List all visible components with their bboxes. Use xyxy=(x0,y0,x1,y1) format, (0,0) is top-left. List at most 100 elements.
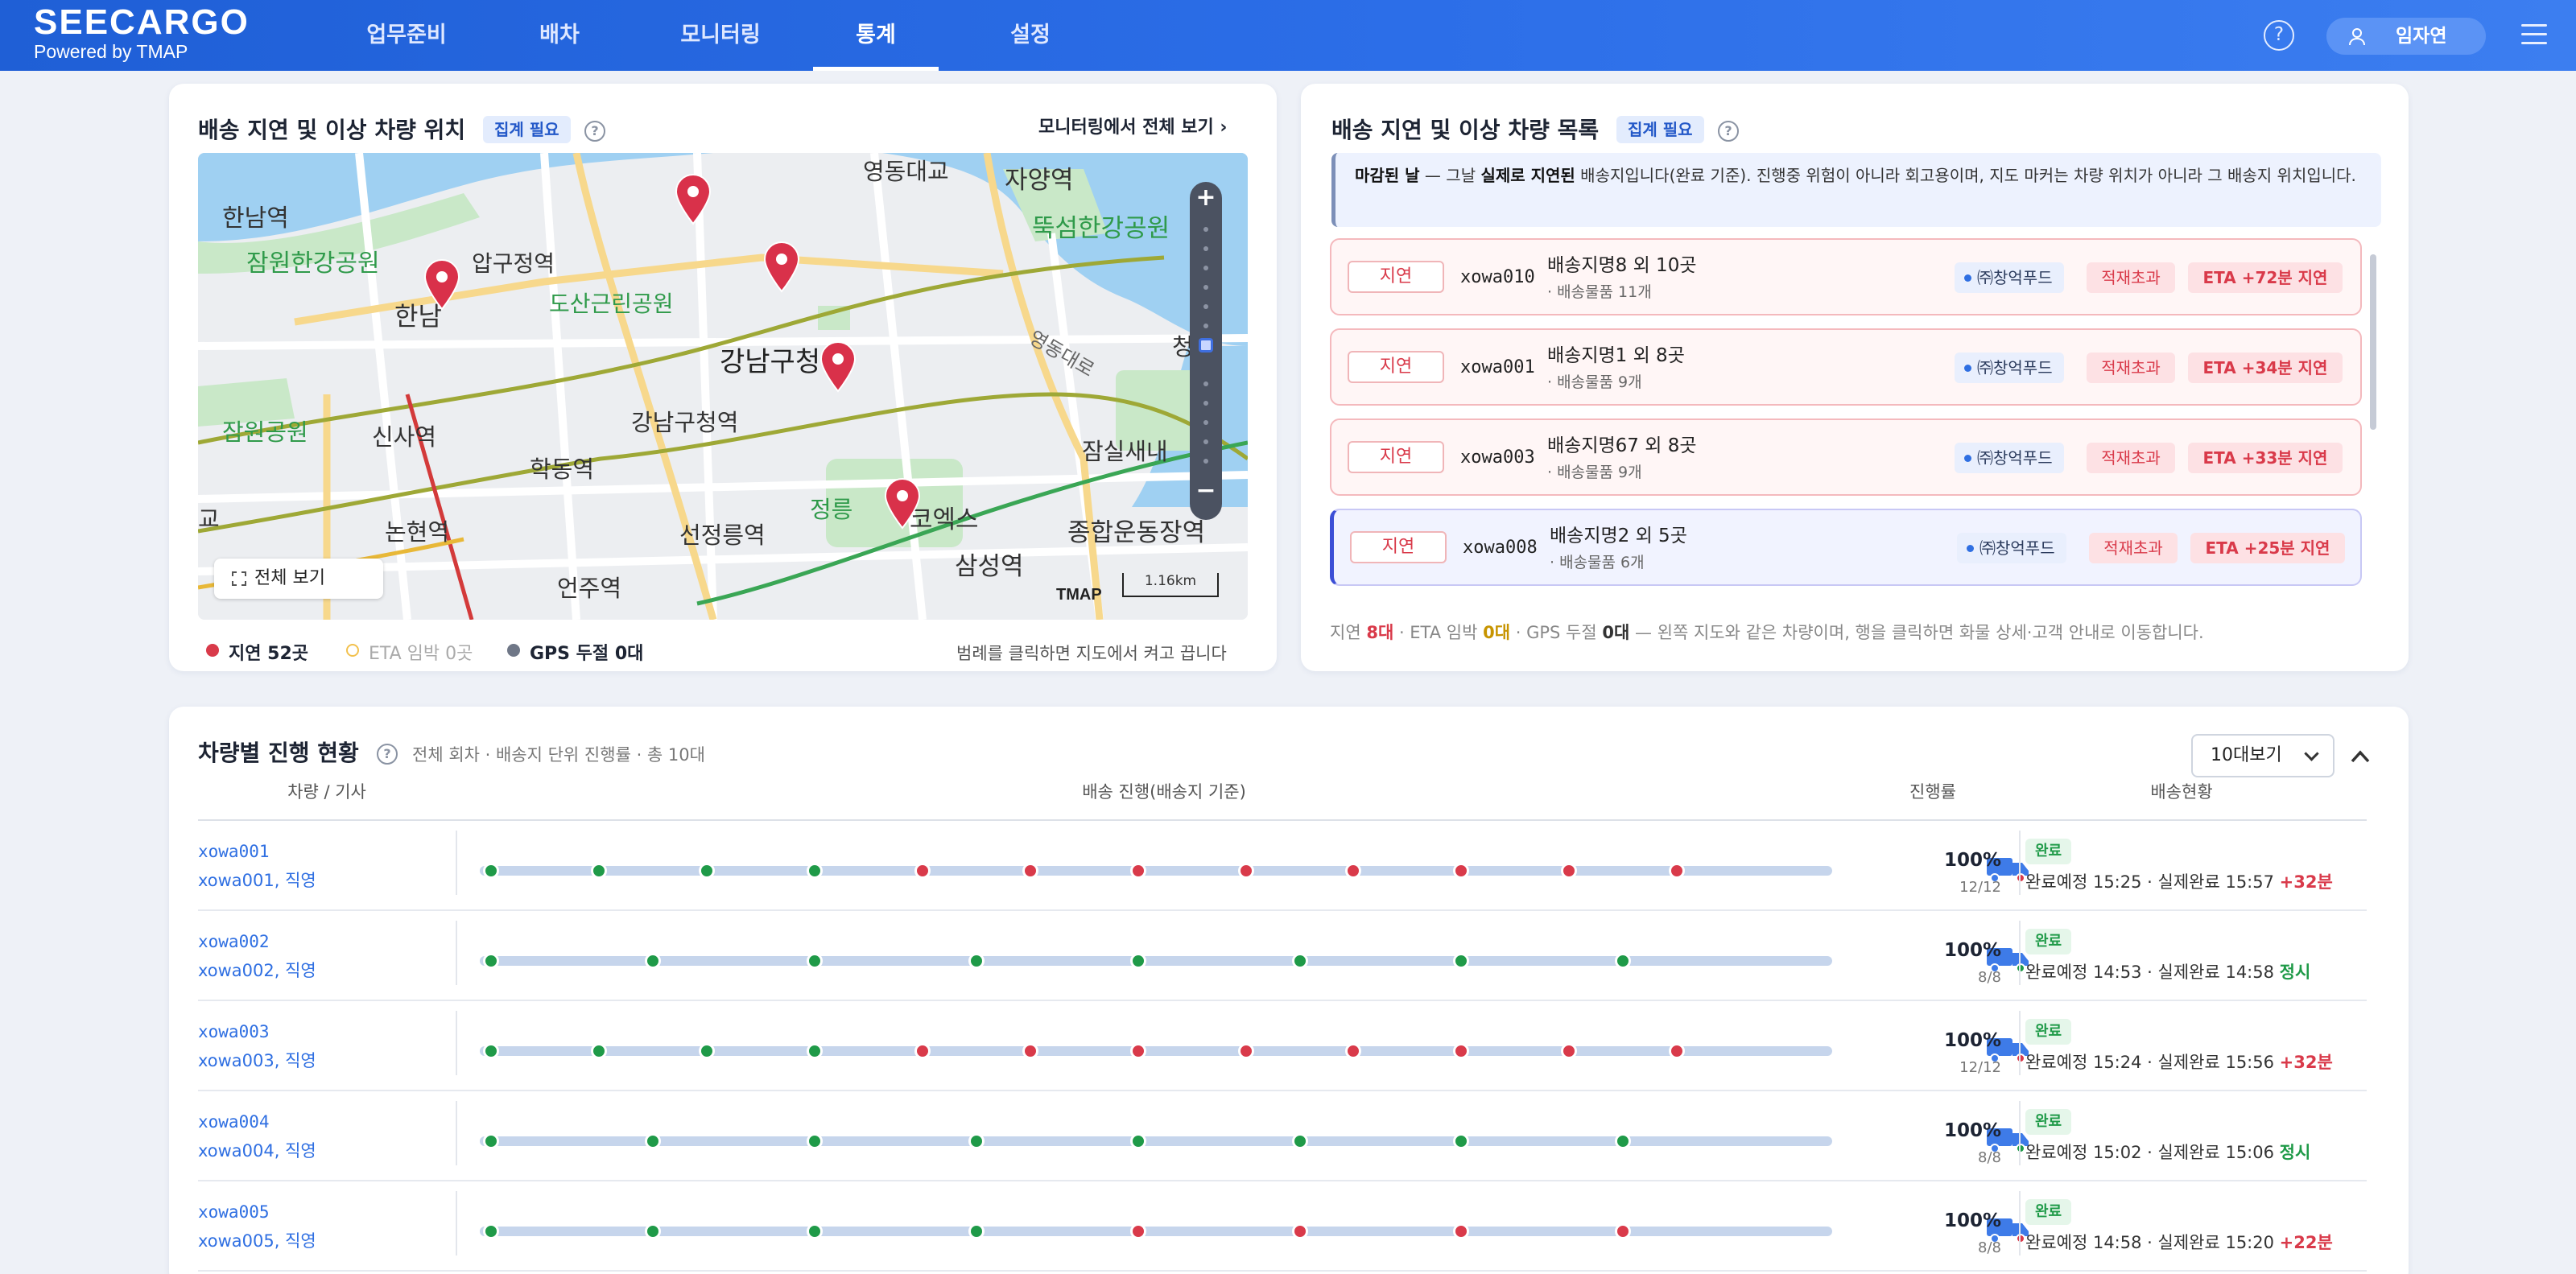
fullview-button[interactable]: 전체 보기 xyxy=(214,559,383,599)
delay-marker[interactable] xyxy=(884,478,921,530)
stop-dot[interactable] xyxy=(1130,1133,1146,1149)
stop-dot[interactable] xyxy=(1022,863,1038,879)
stop-dot[interactable] xyxy=(1453,1043,1469,1059)
view-all-monitoring-link[interactable]: 모니터링에서 전체 보기 › xyxy=(1038,113,1227,138)
progress-subtitle: 전체 회차 · 배송지 단위 진행률 · 총 10대 xyxy=(412,745,705,765)
vehicle-progress-row[interactable]: xowa004 xowa004, 직영 100% 8/8 완료 완료예정 15:02 · … xyxy=(198,1091,2367,1181)
stop-dot[interactable] xyxy=(1453,953,1469,969)
vehicle-name-link[interactable]: xowa002 xyxy=(198,932,270,951)
stop-dot[interactable] xyxy=(1292,953,1308,969)
stop-dot[interactable] xyxy=(968,953,985,969)
nav-item-prep[interactable]: 업무준비 xyxy=(354,0,459,71)
stop-dot[interactable] xyxy=(1561,863,1577,879)
list-scrollbar[interactable] xyxy=(2370,254,2376,430)
stop-dot[interactable] xyxy=(483,1223,499,1239)
map-label: 강남구청 xyxy=(720,346,821,378)
stop-dot[interactable] xyxy=(1669,1043,1685,1059)
view-count-select[interactable]: 10대보기 xyxy=(2191,734,2334,777)
driver-link[interactable]: xowa004, 직영 xyxy=(198,1138,316,1162)
zoom-slider-handle[interactable] xyxy=(1199,338,1213,353)
stop-dot[interactable] xyxy=(968,1133,985,1149)
stop-dot[interactable] xyxy=(807,863,823,879)
info-icon[interactable]: ? xyxy=(377,744,398,765)
vehicle-progress-row[interactable]: xowa002 xowa002, 직영 100% 8/8 완료 완료예정 14:53 · … xyxy=(198,911,2367,1001)
stop-dot[interactable] xyxy=(699,1043,715,1059)
stop-dot[interactable] xyxy=(1130,1043,1146,1059)
delay-marker[interactable] xyxy=(423,259,460,311)
stop-dot[interactable] xyxy=(483,1043,499,1059)
delay-tag: 지연 xyxy=(1348,441,1444,473)
delay-map[interactable]: 한남역 잠원한강공원 압구정역 한남 도산근린공원 신사역 잠원공원 학동역 논… xyxy=(198,153,1248,620)
stop-dot[interactable] xyxy=(483,953,499,969)
collapse-icon[interactable] xyxy=(2347,744,2373,769)
map-label: 한남역 xyxy=(222,204,289,233)
vehicle-name-link[interactable]: xowa005 xyxy=(198,1202,270,1222)
stop-dot[interactable] xyxy=(645,1133,661,1149)
zoom-control[interactable]: + − xyxy=(1190,182,1222,520)
stop-dot[interactable] xyxy=(1345,863,1361,879)
stop-dot[interactable] xyxy=(1453,1133,1469,1149)
stop-dot[interactable] xyxy=(1130,953,1146,969)
stop-dot[interactable] xyxy=(1345,1043,1361,1059)
vehicle-name-link[interactable]: xowa001 xyxy=(198,842,270,861)
stop-dot[interactable] xyxy=(591,863,607,879)
nav-item-dispatch[interactable]: 배차 xyxy=(515,0,604,71)
stop-dot[interactable] xyxy=(1453,1223,1469,1239)
stop-dot[interactable] xyxy=(1669,863,1685,879)
stop-dot[interactable] xyxy=(483,1133,499,1149)
delay-marker[interactable] xyxy=(675,174,712,225)
driver-link[interactable]: xowa002, 직영 xyxy=(198,958,316,982)
stop-dot[interactable] xyxy=(1561,1043,1577,1059)
stop-dot[interactable] xyxy=(1022,1043,1038,1059)
stop-dot[interactable] xyxy=(914,1043,931,1059)
stop-dot[interactable] xyxy=(807,953,823,969)
driver-link[interactable]: xowa003, 직영 xyxy=(198,1048,316,1072)
driver-link[interactable]: xowa001, 직영 xyxy=(198,868,316,892)
driver-link[interactable]: xowa005, 직영 xyxy=(198,1228,316,1252)
delay-list-row[interactable]: 지연 xowa010 배송지명8 외 10곳 · 배송물품 11개 ㈜창억푸드 적재초과 E… xyxy=(1330,238,2362,315)
stop-dot[interactable] xyxy=(914,863,931,879)
map-label: 학동역 xyxy=(530,456,595,483)
help-icon[interactable]: ? xyxy=(2264,20,2294,51)
delivery-track xyxy=(480,948,2029,973)
nav-item-monitoring[interactable]: 모니터링 xyxy=(660,0,781,71)
nav-item-settings[interactable]: 설정 xyxy=(990,0,1071,71)
menu-icon[interactable] xyxy=(2521,24,2547,45)
stop-dot[interactable] xyxy=(1453,863,1469,879)
stop-dot[interactable] xyxy=(807,1043,823,1059)
stop-dot[interactable] xyxy=(968,1223,985,1239)
stop-dot[interactable] xyxy=(807,1133,823,1149)
stop-dot[interactable] xyxy=(1615,1133,1631,1149)
stop-dot[interactable] xyxy=(483,863,499,879)
stop-dot[interactable] xyxy=(1615,953,1631,969)
vehicle-progress-row[interactable]: xowa003 xowa003, 직영 100% 12/12 완료 완료예정 15:24 … xyxy=(198,1001,2367,1091)
stop-dot[interactable] xyxy=(1238,863,1254,879)
nav-item-statistics[interactable]: 통계 xyxy=(813,0,939,71)
stop-dot[interactable] xyxy=(699,863,715,879)
info-icon[interactable]: ? xyxy=(584,121,605,142)
delay-list-row[interactable]: 지연 xowa003 배송지명67 외 8곳 · 배송물품 9개 ㈜창억푸드 적재초과 ET… xyxy=(1330,418,2362,496)
zoom-in-button[interactable]: + xyxy=(1190,183,1222,212)
info-icon[interactable]: ? xyxy=(1718,121,1739,142)
vehicle-name-link[interactable]: xowa003 xyxy=(198,1022,270,1041)
brand-logo[interactable]: SEECARGO Powered by TMAP xyxy=(34,5,250,63)
vehicle-progress-row[interactable]: xowa001 xowa001, 직영 100% 12/12 완료 완료예정 15:25 … xyxy=(198,821,2367,911)
stop-dot[interactable] xyxy=(1292,1133,1308,1149)
stop-dot[interactable] xyxy=(645,1223,661,1239)
vehicle-progress-row[interactable]: xowa005 xowa005, 직영 100% 8/8 완료 완료예정 14:58 · … xyxy=(198,1181,2367,1272)
delay-marker[interactable] xyxy=(819,341,857,393)
user-button[interactable]: 임자연 xyxy=(2326,18,2486,55)
stop-dot[interactable] xyxy=(591,1043,607,1059)
vehicle-name-link[interactable]: xowa004 xyxy=(198,1112,270,1132)
stop-dot[interactable] xyxy=(807,1223,823,1239)
delay-marker[interactable] xyxy=(763,241,800,293)
stop-dot[interactable] xyxy=(1130,863,1146,879)
zoom-out-button[interactable]: − xyxy=(1190,476,1222,505)
delay-list-row[interactable]: 지연 xowa001 배송지명1 외 8곳 · 배송물품 9개 ㈜창억푸드 적재초과 ETA… xyxy=(1330,328,2362,406)
stop-dot[interactable] xyxy=(1615,1223,1631,1239)
stop-dot[interactable] xyxy=(1238,1043,1254,1059)
stop-dot[interactable] xyxy=(1292,1223,1308,1239)
delay-list-row[interactable]: 지연 xowa008 배송지명2 외 5곳 · 배송물품 6개 ㈜창억푸드 적재초과 ETA… xyxy=(1330,509,2362,586)
stop-dot[interactable] xyxy=(645,953,661,969)
stop-dot[interactable] xyxy=(1130,1223,1146,1239)
